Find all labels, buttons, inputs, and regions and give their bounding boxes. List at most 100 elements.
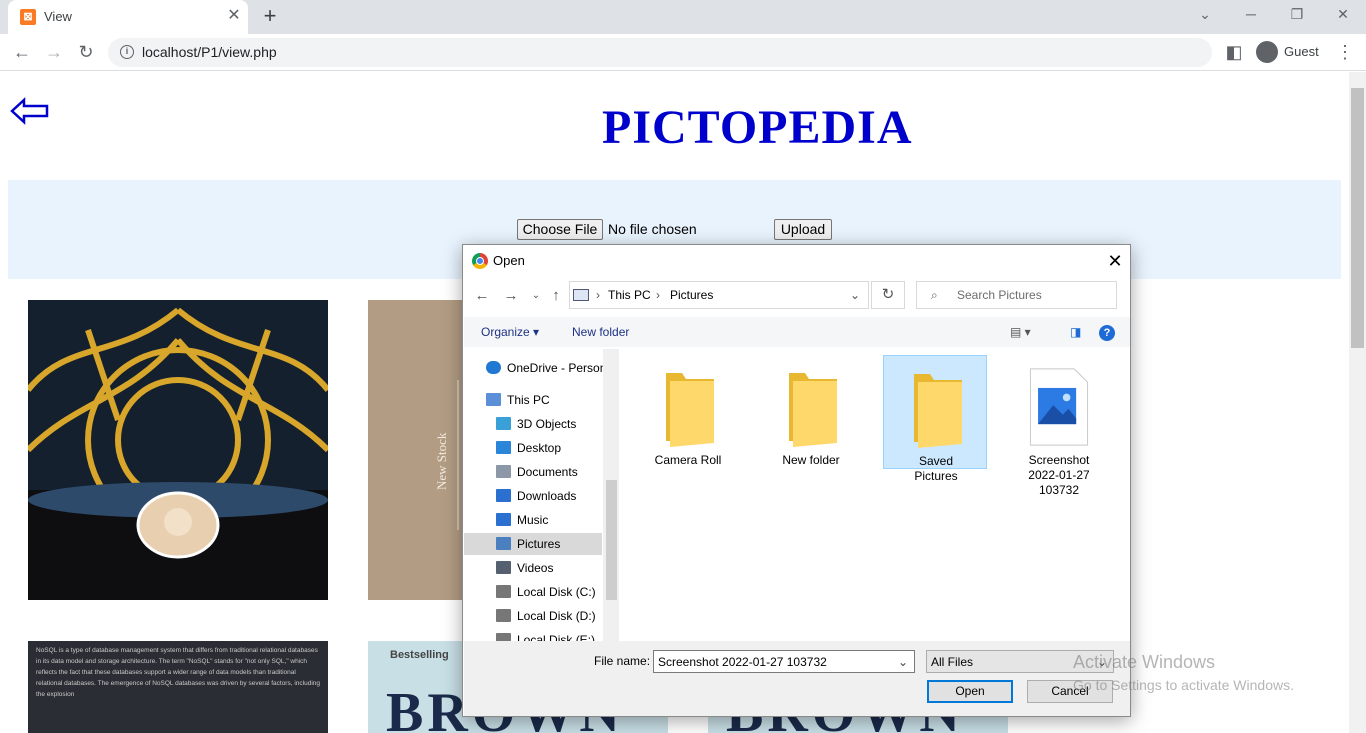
address-bar[interactable]: i localhost/P1/view.php	[108, 38, 1212, 67]
up-folder-icon[interactable]: ↑	[544, 285, 568, 307]
organize-button[interactable]: Organize ▾	[481, 325, 539, 339]
nav-item-label: Downloads	[517, 489, 577, 503]
open-file-dialog: Open ✕ ← → ⌄ ↑ › This PC › Pictures ⌄ ↻ …	[462, 244, 1131, 717]
tab-search-chevron-icon[interactable]: ⌄	[1190, 4, 1220, 24]
choose-file-button[interactable]: Choose File	[517, 219, 603, 240]
upload-button[interactable]: Upload	[774, 219, 832, 240]
file-name-value[interactable]: Screenshot 2022-01-27 103732	[658, 655, 827, 669]
help-icon[interactable]: ?	[1099, 325, 1115, 341]
close-tab-icon[interactable]: ✕	[224, 6, 244, 26]
dialog-close-icon[interactable]: ✕	[1103, 249, 1127, 273]
nav-item[interactable]: Local Disk (C:)	[464, 581, 604, 603]
file-item-label: Screenshot 2022-01-27 103732	[1028, 453, 1090, 497]
dialog-back-icon[interactable]: ←	[470, 285, 494, 307]
nav-item[interactable]: Music	[464, 509, 604, 531]
profile-button[interactable]: Guest	[1252, 38, 1326, 66]
site-info-icon[interactable]: i	[120, 45, 134, 59]
dialog-forward-icon[interactable]: →	[499, 285, 523, 307]
3d-objects-icon	[496, 417, 511, 430]
gallery-image-nosql: NoSQL is a type of database management s…	[28, 641, 328, 733]
nav-item[interactable]: OneDrive - Personal	[464, 357, 616, 379]
reload-icon[interactable]: ↻	[73, 39, 99, 65]
folder-icon	[666, 373, 714, 447]
nav-item-label: Documents	[517, 465, 578, 479]
url-text[interactable]: localhost/P1/view.php	[142, 44, 277, 60]
file-name-dropdown-icon[interactable]: ⌄	[898, 655, 908, 669]
nav-item[interactable]: Videos	[464, 557, 604, 579]
folder-item[interactable]: Camera Roll	[636, 355, 740, 469]
stock-text: New Stock	[434, 432, 449, 490]
nav-item-label: This PC	[507, 393, 550, 407]
file-content-area: Camera Roll New folder Saved Pictures Scree…	[621, 349, 1130, 641]
breadcrumb-this-pc[interactable]: This PC	[608, 288, 651, 302]
view-options-icon[interactable]: ▤ ▾	[1010, 325, 1031, 339]
file-item-label: Camera Roll	[654, 453, 722, 467]
nav-item[interactable]: Pictures	[464, 533, 602, 555]
preview-pane-icon[interactable]: ◨	[1070, 325, 1081, 339]
nav-item-label: Videos	[517, 561, 554, 575]
page-scrollbar-thumb[interactable]	[1351, 88, 1364, 348]
dialog-bottom-bar: File name: Screenshot 2022-01-27 103732 …	[464, 641, 1130, 716]
forward-arrow-icon[interactable]: →	[41, 39, 67, 65]
dialog-address-bar[interactable]: › This PC › Pictures ⌄	[569, 281, 869, 309]
file-name-input[interactable]: Screenshot 2022-01-27 103732 ⌄	[653, 650, 915, 673]
browser-tab[interactable]: ⊠ View ✕	[8, 0, 248, 34]
browser-toolbar: ← → ↻ i localhost/P1/view.php ◧ Guest ⋮	[0, 34, 1366, 71]
tab-strip: ⊠ View ✕ + ⌄ ─ ❐ ✕	[0, 0, 1366, 34]
minimize-button[interactable]: ─	[1236, 4, 1266, 24]
image-file-icon	[1029, 368, 1089, 446]
dialog-search-box[interactable]: ⌕ Search Pictures	[916, 281, 1117, 309]
file-item[interactable]: Screenshot 2022-01-27 103732	[1007, 355, 1111, 497]
new-folder-button[interactable]: New folder	[572, 325, 629, 339]
folder-icon	[789, 373, 837, 447]
nosql-text: NoSQL is a type of database management s…	[36, 647, 320, 698]
tab-title: View	[44, 9, 72, 24]
restore-button[interactable]: ❐	[1282, 4, 1312, 24]
nav-item-label: Music	[517, 513, 549, 527]
folder-item[interactable]: New folder	[759, 355, 863, 469]
file-item-label: New folder	[782, 453, 840, 467]
activate-windows-title: Activate Windows	[1073, 652, 1216, 672]
nav-item[interactable]: Downloads	[464, 485, 604, 507]
nav-item[interactable]: Desktop	[464, 437, 604, 459]
file-name-label: File name:	[594, 654, 651, 668]
xampp-favicon-icon: ⊠	[20, 9, 36, 25]
address-dropdown-icon[interactable]: ⌄	[850, 288, 860, 302]
folder-item[interactable]: Saved Pictures	[883, 355, 987, 483]
profile-label: Guest	[1284, 44, 1319, 59]
nav-item[interactable]: 3D Objects	[464, 413, 604, 435]
close-window-button[interactable]: ✕	[1328, 4, 1358, 24]
menu-kebab-icon[interactable]: ⋮	[1332, 39, 1358, 65]
nav-item[interactable]: This PC	[464, 389, 604, 411]
guest-avatar-icon	[1256, 41, 1278, 63]
back-arrow-link-icon[interactable]	[10, 96, 50, 126]
dialog-command-bar: Organize ▾ New folder ▤ ▾ ◨	[464, 317, 1130, 347]
breadcrumb-pictures[interactable]: Pictures	[670, 288, 713, 302]
nav-item-label: Local Disk (E:)	[517, 633, 596, 641]
nav-item[interactable]: Local Disk (D:)	[464, 605, 604, 627]
music-icon	[496, 513, 511, 526]
file-item-label: Saved Pictures	[914, 454, 958, 483]
chrome-icon	[472, 253, 488, 269]
no-file-text: No file chosen	[608, 221, 697, 237]
nav-item-label: Desktop	[517, 441, 562, 455]
open-button[interactable]: Open	[927, 680, 1013, 703]
nav-scrollbar-thumb[interactable]	[606, 480, 617, 600]
nav-item[interactable]: Local Disk (E:)	[464, 629, 604, 641]
nav-item-label: Local Disk (D:)	[517, 609, 596, 623]
search-icon: ⌕	[931, 288, 938, 302]
drive-icon	[496, 585, 511, 598]
dialog-refresh-icon[interactable]: ↻	[871, 281, 905, 309]
desktop-icon	[496, 441, 511, 454]
computer-icon	[486, 393, 501, 406]
folder-icon	[914, 374, 962, 448]
nav-item[interactable]: Documents	[464, 461, 604, 483]
back-arrow-icon[interactable]: ←	[9, 39, 35, 65]
search-placeholder: Search Pictures	[957, 288, 1042, 302]
videos-icon	[496, 561, 511, 574]
nav-item-label: 3D Objects	[517, 417, 577, 431]
nav-item-label: Pictures	[517, 537, 561, 551]
side-panel-icon[interactable]: ◧	[1221, 39, 1247, 65]
documents-icon	[496, 465, 511, 478]
new-tab-button[interactable]: +	[258, 4, 282, 28]
